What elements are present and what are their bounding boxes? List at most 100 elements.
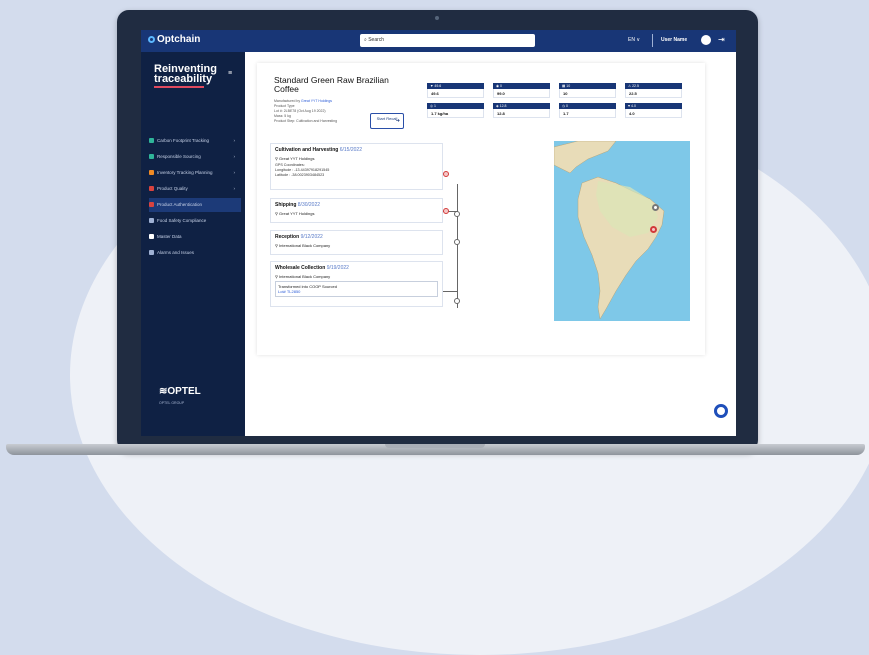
leaf-icon bbox=[149, 138, 154, 143]
timeline-event-cultivation[interactable]: Cultivation and Harvesting 6/15/2022 ⚲ G… bbox=[270, 143, 443, 190]
kpi-card: ◈ 12.8 12.8 bbox=[493, 103, 550, 118]
sidebar: Reinventing traceability ≡ Carbon Footpr… bbox=[141, 52, 245, 436]
event-title: Shipping 8/30/2022 bbox=[275, 202, 438, 208]
logout-icon[interactable]: ⇥ bbox=[718, 35, 725, 44]
search-input[interactable]: ⌕ Search bbox=[360, 34, 535, 47]
manufacturer-link[interactable]: Great YYT Holdings bbox=[301, 99, 332, 103]
event-title-text: Cultivation and Harvesting bbox=[275, 147, 339, 153]
event-date: 9/12/2022 bbox=[300, 234, 323, 240]
kpi-value: 10 bbox=[559, 89, 616, 98]
alarm-icon bbox=[149, 250, 154, 255]
start-recall-button[interactable]: Start Recall ➜ bbox=[370, 113, 404, 129]
sidebar-item-responsible-sourcing[interactable]: Responsible Sourcing › bbox=[149, 150, 241, 164]
handshake-icon bbox=[149, 154, 154, 159]
brand-underline bbox=[154, 86, 204, 88]
gps-info: GPS Coordinates: Longitude : -13.4439791… bbox=[275, 163, 438, 178]
timeline-connector bbox=[457, 184, 458, 308]
map-pin-alert[interactable] bbox=[650, 226, 657, 233]
kpi-value: 22.5 bbox=[625, 89, 682, 98]
brand-title: Reinventing traceability bbox=[154, 64, 217, 88]
kpi-value: 12.8 bbox=[493, 109, 550, 118]
event-company-text: Great YYT Holdings bbox=[279, 156, 315, 161]
kpi-value: 49.6 bbox=[427, 89, 484, 98]
event-date: 9/19/2022 bbox=[326, 265, 349, 271]
timeline-event-shipping[interactable]: Shipping 8/30/2022 ⚲ Great YYT Holdings bbox=[270, 198, 443, 223]
kpi-card: ▦ 10 10 bbox=[559, 83, 616, 98]
event-company: ⚲ International Black Company bbox=[275, 274, 438, 279]
map-land bbox=[554, 141, 665, 320]
assistant-button[interactable] bbox=[714, 404, 728, 418]
product-title: Standard Green Raw Brazilian Coffee bbox=[274, 75, 389, 94]
event-company-text: International Black Company bbox=[279, 274, 331, 279]
kpi-value: 1.7 kg/ha bbox=[427, 109, 484, 118]
app-logo[interactable]: Optchain bbox=[148, 34, 200, 45]
sidebar-item-master-data[interactable]: Master Data bbox=[149, 230, 241, 244]
optel-logo: ≋OPTEL bbox=[159, 386, 201, 397]
kpi-card: ◉ 0 99.0 bbox=[493, 83, 550, 98]
menu-toggle-icon[interactable]: ≡ bbox=[228, 70, 232, 77]
laptop-frame: Optchain ⌕ Search EN ∨ User Name ⇥ Reinv… bbox=[117, 10, 758, 452]
event-date: 6/15/2022 bbox=[339, 147, 362, 153]
event-title-text: Shipping bbox=[275, 202, 297, 208]
chevron-right-icon: › bbox=[233, 186, 236, 191]
laptop-notch bbox=[385, 444, 485, 448]
manufacturer-line: Manufactured by Great YYT Holdings bbox=[274, 99, 333, 103]
sidebar-item-alarms[interactable]: Alarms and Issues bbox=[149, 246, 241, 260]
kpi-card: ♥ 4.0 4.0 bbox=[625, 103, 682, 118]
optel-logo-text: OPTEL bbox=[167, 386, 201, 397]
logo-ring-icon bbox=[148, 36, 155, 43]
main-content: Standard Green Raw Brazilian Coffee Manu… bbox=[245, 52, 736, 436]
sidebar-item-label: Inventory Tracking Planning bbox=[157, 170, 213, 175]
timeline-event-wholesale[interactable]: Wholesale Collection 9/19/2022 ⚲ Interna… bbox=[270, 261, 443, 307]
check-icon bbox=[149, 218, 154, 223]
chevron-right-icon: › bbox=[233, 138, 236, 143]
event-company: ⚲ Great YYT Holdings bbox=[275, 156, 438, 161]
event-company: ⚲ Great YYT Holdings bbox=[275, 211, 438, 216]
timeline-node-alert[interactable] bbox=[443, 171, 449, 177]
quality-icon bbox=[149, 186, 154, 191]
brand-line-2: traceability bbox=[154, 73, 213, 85]
sidebar-item-label: Carbon Footprint Tracking bbox=[157, 138, 210, 143]
timeline-node-alert[interactable] bbox=[443, 208, 449, 214]
timeline-branch bbox=[443, 291, 458, 292]
top-bar: Optchain ⌕ Search EN ∨ User Name ⇥ bbox=[141, 30, 736, 52]
avatar[interactable] bbox=[701, 35, 711, 45]
transformation-note: Transformed into COOP Sourced Lot# TL285… bbox=[275, 281, 438, 297]
search-placeholder: Search bbox=[368, 37, 385, 43]
origin-map[interactable] bbox=[554, 141, 690, 321]
sidebar-item-inventory-tracking[interactable]: Inventory Tracking Planning › bbox=[149, 166, 241, 180]
sidebar-item-carbon-footprint[interactable]: Carbon Footprint Tracking › bbox=[149, 134, 241, 148]
map-pin[interactable] bbox=[652, 204, 659, 211]
app-name: Optchain bbox=[157, 34, 201, 45]
event-title: Reception 9/12/2022 bbox=[275, 234, 438, 240]
kpi-card: ◎ 1 1.7 kg/ha bbox=[427, 103, 484, 118]
transformed-lot-link[interactable]: Lot# TL2850 bbox=[278, 289, 435, 294]
box-icon bbox=[149, 170, 154, 175]
sidebar-item-label: Responsible Sourcing bbox=[157, 154, 201, 159]
chevron-right-icon: › bbox=[233, 154, 236, 159]
user-name[interactable]: User Name bbox=[661, 37, 687, 43]
kpi-value: 99.0 bbox=[493, 89, 550, 98]
timeline-event-reception[interactable]: Reception 9/12/2022 ⚲ International Blac… bbox=[270, 230, 443, 255]
shield-icon bbox=[149, 202, 154, 207]
event-title-text: Wholesale Collection bbox=[275, 265, 326, 271]
optel-subtitle: OPTEL GROUP bbox=[159, 401, 185, 405]
event-company: ⚲ International Black Company bbox=[275, 243, 438, 248]
product-type: Product Type bbox=[274, 104, 295, 108]
sidebar-item-label: Product Quality bbox=[157, 186, 188, 191]
sidebar-item-food-safety[interactable]: Food Safety Compliance bbox=[149, 214, 241, 228]
event-title-text: Reception bbox=[275, 234, 300, 240]
sidebar-item-product-quality[interactable]: Product Quality › bbox=[149, 182, 241, 196]
kpi-value: 4.0 bbox=[625, 109, 682, 118]
language-selector[interactable]: EN ∨ bbox=[628, 37, 640, 43]
timeline-node[interactable] bbox=[454, 211, 460, 217]
app-screen: Optchain ⌕ Search EN ∨ User Name ⇥ Reinv… bbox=[141, 30, 736, 436]
timeline-node[interactable] bbox=[454, 239, 460, 245]
kpi-card: ⚠ 22.5 22.5 bbox=[625, 83, 682, 98]
camera-dot bbox=[435, 16, 439, 20]
event-date: 8/30/2022 bbox=[297, 202, 321, 208]
sidebar-item-product-authentication[interactable]: Product Authentication bbox=[149, 198, 241, 212]
recall-arrow-icon: ➜ bbox=[395, 118, 400, 124]
timeline-node[interactable] bbox=[454, 298, 460, 304]
chevron-right-icon: › bbox=[233, 170, 236, 175]
